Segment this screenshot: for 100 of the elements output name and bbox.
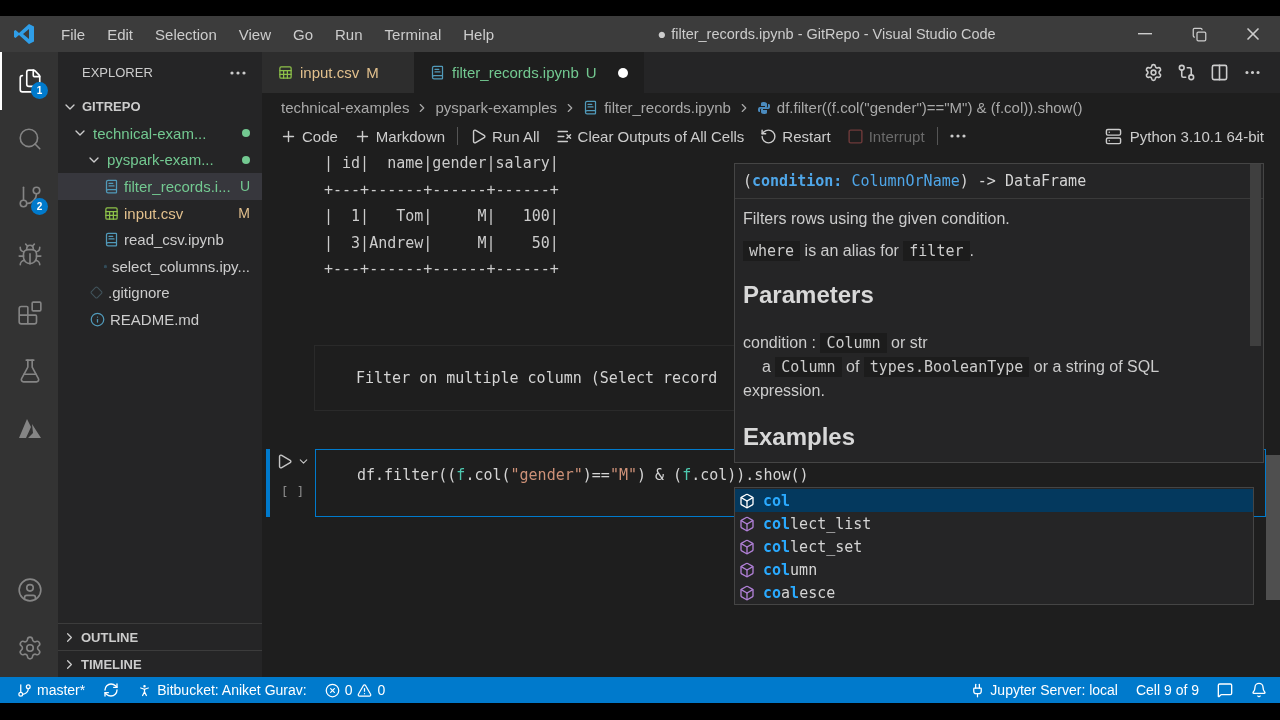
menu-item[interactable]: Help [452, 25, 506, 43]
menu-item[interactable]: Selection [144, 25, 228, 43]
bell-icon [1251, 682, 1267, 698]
cube-icon [739, 584, 755, 601]
folder-header[interactable]: GITREPO [58, 93, 262, 120]
more-icon [230, 70, 246, 75]
triangle-logo-icon [18, 418, 42, 440]
breadcrumb[interactable]: technical-examples [281, 99, 410, 116]
tree-item[interactable]: technical-exam... [58, 120, 262, 147]
sidebar-title: EXPLORER [82, 65, 153, 80]
tree-item[interactable]: select_columns.ipy... [58, 252, 262, 280]
server-icon [1104, 127, 1122, 145]
suggestion-item[interactable]: col [735, 489, 1253, 512]
menu-item[interactable]: Edit [96, 25, 145, 43]
warning-count: 0 [377, 682, 386, 698]
breadcrumb[interactable]: df.filter((f.col("gender")=="M") & (f.col)).show() [756, 99, 1083, 116]
git-status: U [239, 178, 250, 195]
account-status[interactable]: Bitbucket: Aniket Gurav: [130, 677, 314, 703]
files-icon [17, 68, 43, 94]
tree-item[interactable]: README.md [58, 306, 262, 333]
more-button[interactable] [230, 70, 246, 75]
sync-icon [103, 682, 120, 698]
markdown-cell[interactable]: Filter on multiple column (Select record [314, 344, 734, 411]
suggestion-item[interactable]: collect_set [735, 535, 1253, 558]
tab-title: filter_records.ipynb [452, 64, 579, 81]
git-status: U [585, 64, 597, 81]
account-icon [17, 577, 43, 603]
jupyter-server-status[interactable]: Jupyter Server: local [963, 677, 1125, 703]
search-icon [17, 126, 43, 152]
restore-icon [1191, 26, 1207, 42]
stop-square-icon [846, 127, 864, 145]
error-count: 0 [344, 682, 353, 698]
breadcrumb[interactable]: pyspark-examples [435, 99, 558, 116]
folder-name: GITREPO [82, 99, 141, 114]
python-icon [756, 100, 771, 115]
code-line: df.filter((f.col("gender")=="M") & (f.col)).show() [357, 465, 809, 484]
unsaved-mark: ● [657, 26, 667, 42]
cell-output: | id| name|gender|salary| +---+------+------+------+ | 1| Tom| M| 100| | 3|Andrew| M| 50| +---+------+------+------+ [324, 153, 559, 280]
restart-icon [760, 127, 778, 145]
tree-item[interactable]: input.csv M [58, 199, 262, 227]
git-status: M [238, 205, 250, 222]
markdown-text: Filter on multiple column (Select record [356, 368, 718, 387]
cell-position[interactable]: Cell 9 of 9 [1128, 677, 1206, 703]
cube-icon [739, 561, 755, 578]
tab-title: input.csv [300, 64, 360, 81]
vscode-logo-icon [12, 22, 36, 46]
execution-count: [ ] [280, 483, 305, 499]
info-icon [90, 311, 105, 327]
toolbar-button[interactable]: Restart [752, 124, 839, 148]
count-badge: 2 [31, 198, 48, 215]
doc-paragraph: where is an alias for filter . [743, 239, 1243, 263]
spreadsheet-icon [104, 205, 119, 221]
tree-item[interactable]: filter_records.i... U [58, 173, 262, 200]
toolbar-button[interactable]: Code [272, 124, 346, 148]
menu-item[interactable]: Terminal [373, 25, 453, 43]
run-debug-icon [17, 242, 43, 268]
menu-item[interactable]: Run [324, 25, 374, 43]
count-badge: 1 [31, 82, 48, 99]
menu-item[interactable]: View [227, 25, 282, 43]
cube-icon [739, 492, 755, 509]
suggestion-item[interactable]: column [735, 558, 1253, 581]
tree-item[interactable]: .gitignore [58, 279, 262, 307]
compare-button[interactable] [1177, 63, 1196, 82]
more-icon [949, 134, 966, 138]
scrollbar-thumb[interactable] [1266, 455, 1280, 600]
editor-tab[interactable]: filter_records.ipynb U [414, 52, 644, 93]
doc-heading: Examples [743, 423, 857, 451]
section-title: OUTLINE [81, 629, 139, 645]
diamond-icon [90, 286, 103, 300]
branch-status[interactable]: master* [10, 677, 93, 703]
toolbar-button[interactable]: Run All [462, 124, 548, 148]
tree-item[interactable]: pyspark-exam... [58, 146, 262, 174]
section-title: TIMELINE [81, 656, 142, 672]
window-title: filter_records.ipynb - GitRepo - Visual Studio Code [671, 26, 996, 42]
doc-paragraph: Filters rows using the given condition. [743, 209, 1011, 229]
menu-item[interactable]: Go [282, 25, 324, 43]
doc-heading: Parameters [743, 281, 875, 309]
source-control-button[interactable]: 2 [0, 168, 58, 226]
cube-icon [739, 515, 755, 532]
breadcrumb[interactable]: filter_records.ipynb [583, 99, 731, 116]
split-editor-button[interactable] [1210, 63, 1229, 82]
editor-tab[interactable]: input.csv M [262, 52, 414, 93]
menu-item[interactable]: File [50, 25, 97, 43]
toolbar-button[interactable]: Markdown [345, 124, 454, 148]
problems-status[interactable]: 0 0 [317, 677, 393, 703]
doc-paragraph: a Column of types.BooleanType or a string of SQL expression. [743, 356, 1160, 401]
kernel-picker[interactable]: Python 3.10.1 64-bit [1104, 127, 1264, 145]
minimize-icon [1138, 33, 1152, 35]
run-all-icon [470, 127, 488, 145]
suggestion-item[interactable]: coalesce [735, 581, 1253, 604]
git-status: M [366, 64, 379, 81]
tree-item[interactable]: read_csv.ipynb [58, 226, 262, 253]
toolbar-button[interactable]: Clear Outputs of All Cells [547, 124, 753, 148]
cube-icon [739, 538, 755, 555]
scrollbar-thumb[interactable] [1250, 164, 1261, 346]
branch-icon [17, 682, 32, 698]
speech-bubble-icon [1217, 682, 1233, 698]
warning-icon [357, 682, 373, 698]
settings-button[interactable] [1144, 63, 1163, 82]
spreadsheet-icon [278, 65, 293, 80]
